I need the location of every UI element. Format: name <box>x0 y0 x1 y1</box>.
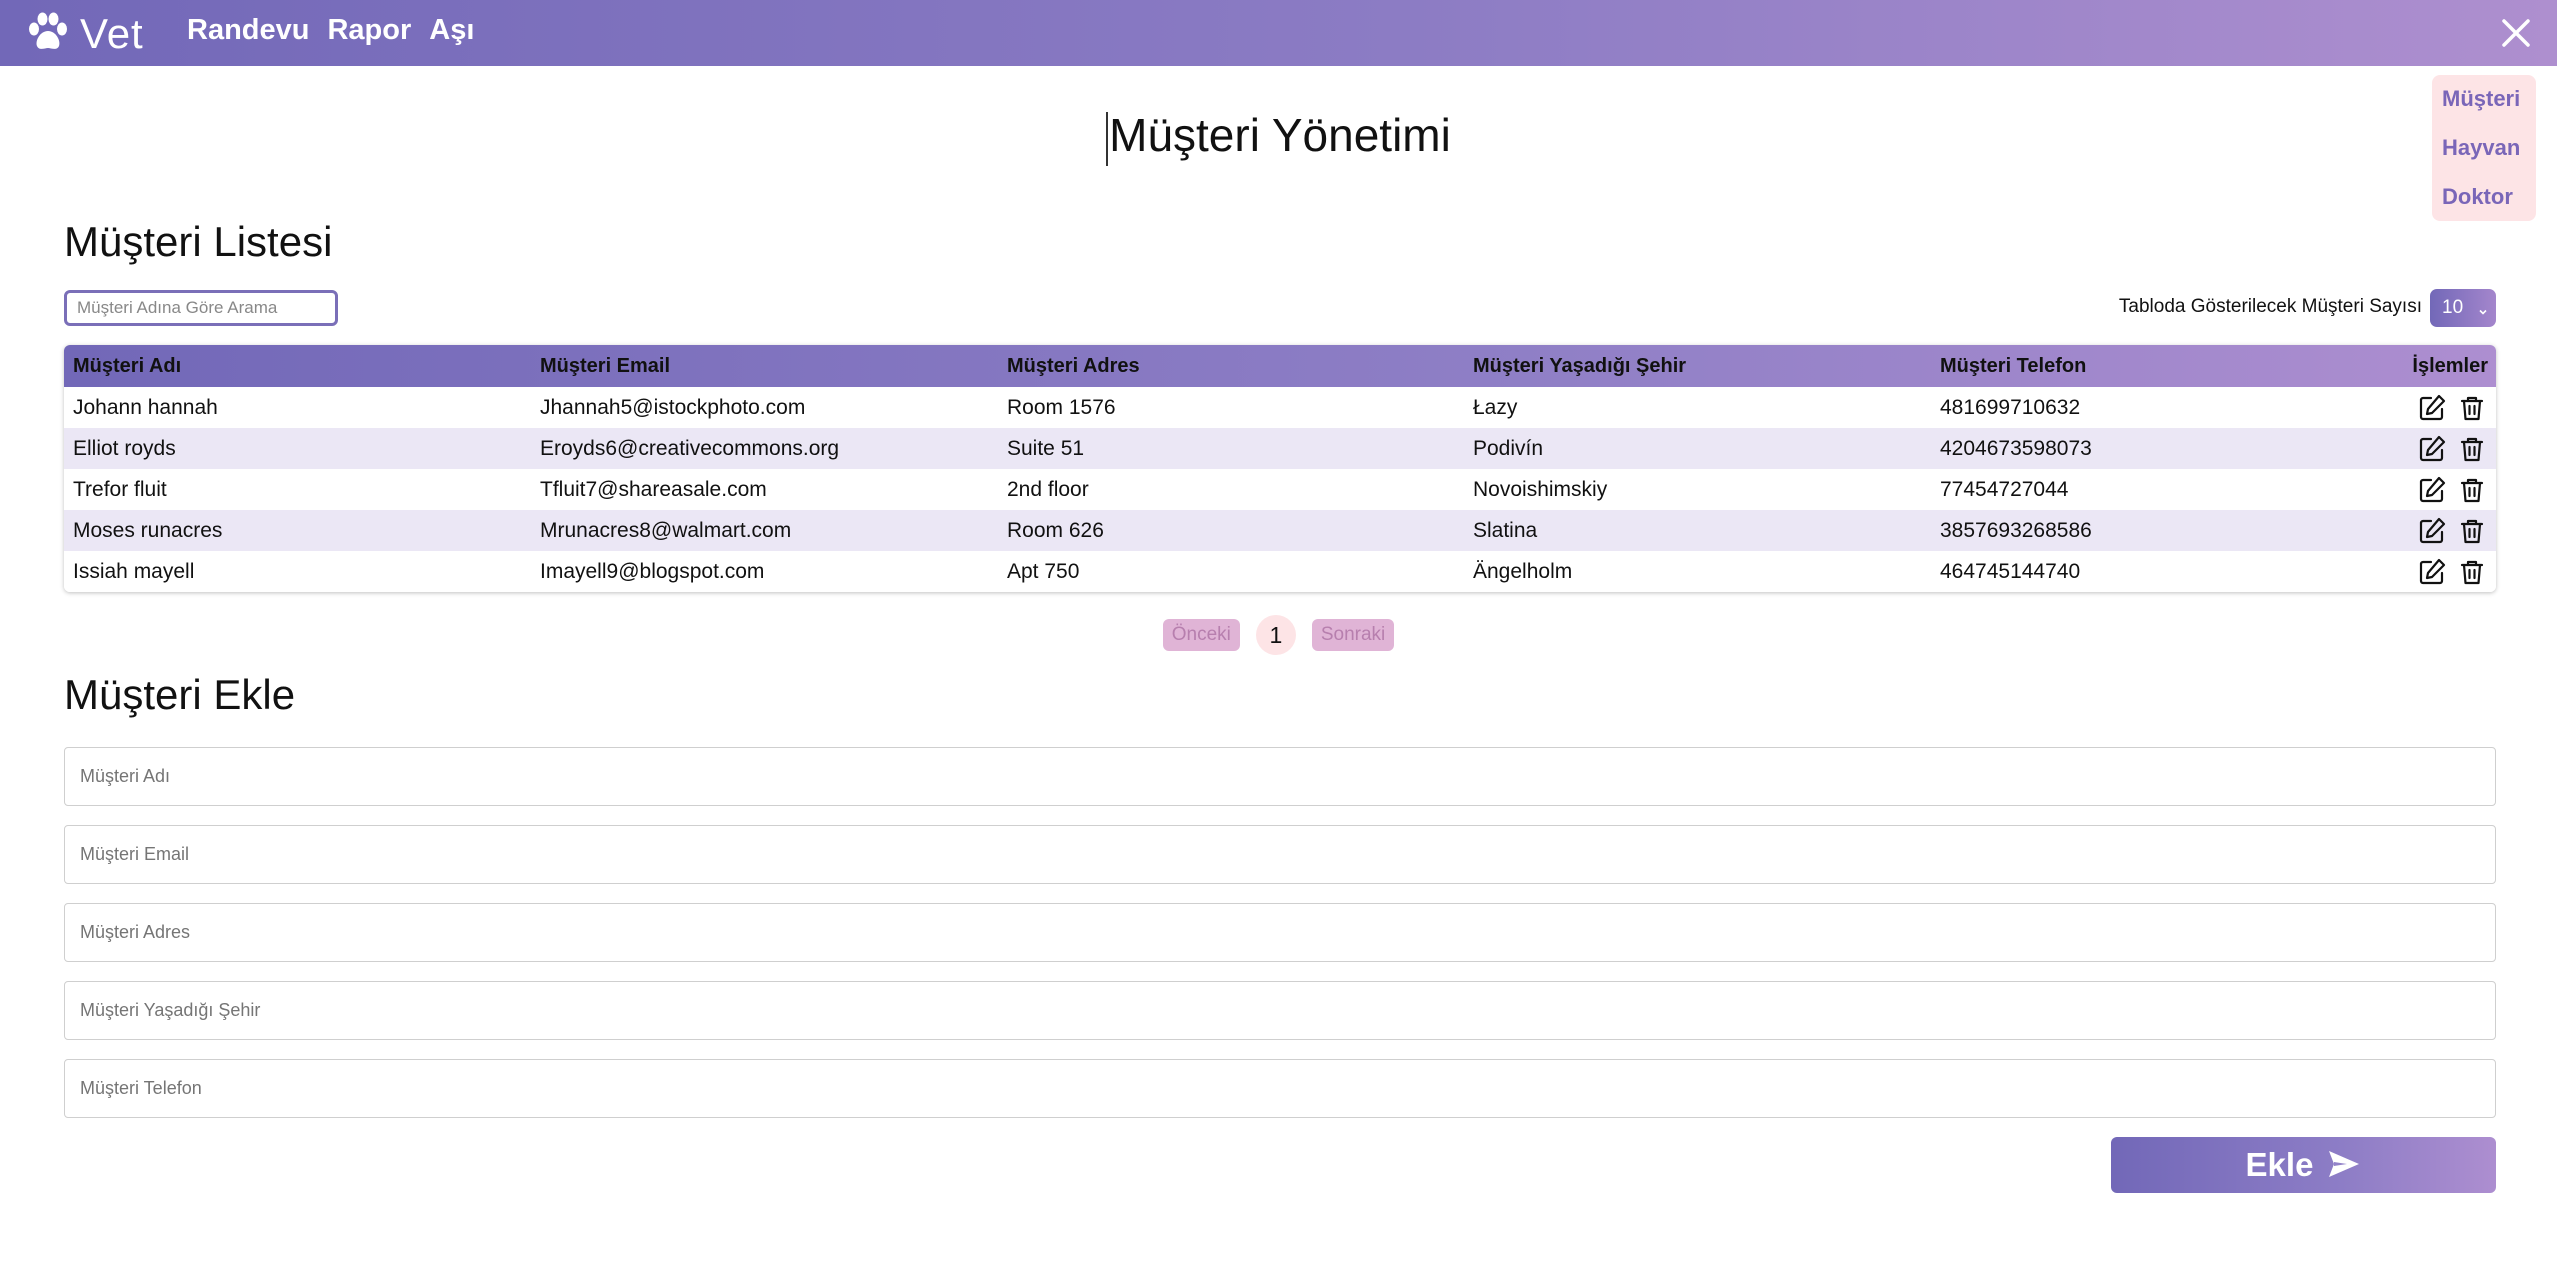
column-header-city[interactable]: Müşteri Yaşadığı Şehir <box>1464 345 1931 387</box>
brand-logo[interactable]: Vet <box>26 10 144 58</box>
cell-phone: 464745144740 <box>1940 559 2081 583</box>
list-section-title: Müşteri Listesi <box>64 218 333 265</box>
cell-city: Slatina <box>1473 518 1538 542</box>
cell-phone: 3857693268586 <box>1940 518 2092 542</box>
cell-address: Apt 750 <box>1007 559 1080 583</box>
page-size-label: Tabloda Gösterilecek Müşteri Sayısı <box>2118 296 2422 317</box>
table-row[interactable]: Trefor fluit Tfluit7@shareasale.com 2nd fl… <box>64 469 2496 510</box>
table-row[interactable]: Issiah mayell Imayell9@blogspot.com Apt 75… <box>64 551 2496 592</box>
cell-address: 2nd floor <box>1007 477 1089 501</box>
customer-address-field[interactable] <box>64 903 2496 962</box>
cell-actions <box>2398 469 2496 510</box>
cell-name: Moses runacres <box>73 518 223 542</box>
cell-name: Johann hannah <box>73 395 218 419</box>
edit-icon[interactable] <box>2417 516 2447 546</box>
brand-name: Vet <box>80 10 144 57</box>
cell-phone: 77454727044 <box>1940 477 2069 501</box>
column-header-address[interactable]: Müşteri Adres <box>998 345 1464 387</box>
edit-icon[interactable] <box>2417 557 2447 587</box>
trash-icon[interactable] <box>2457 475 2487 505</box>
cell-actions <box>2398 387 2496 428</box>
nav-link-randevu[interactable]: Randevu <box>187 14 309 47</box>
trash-icon[interactable] <box>2457 434 2487 464</box>
cell-phone: 4204673598073 <box>1940 436 2092 460</box>
table-body: Johann hannah Jhannah5@istockphoto.com Roo… <box>64 387 2496 592</box>
column-header-phone[interactable]: Müşteri Telefon <box>1931 345 2398 387</box>
close-icon <box>2497 19 2535 56</box>
customer-table: Müşteri Adı Müşteri Email Müşteri Adres … <box>64 345 2496 592</box>
cell-address: Suite 51 <box>1007 436 1085 460</box>
cell-city: Łazy <box>1473 395 1518 419</box>
cell-actions <box>2398 428 2496 469</box>
cell-city: Podivín <box>1473 436 1544 460</box>
cell-phone: 481699710632 <box>1940 395 2081 419</box>
cell-name: Elliot royds <box>73 436 176 460</box>
cell-actions <box>2398 551 2496 592</box>
cell-actions <box>2398 510 2496 551</box>
cell-address: Room 626 <box>1007 518 1104 542</box>
customer-phone-field[interactable] <box>64 1059 2496 1118</box>
table-row[interactable]: Elliot royds Eroyds6@creativecommons.org S… <box>64 428 2496 469</box>
customer-city-field[interactable] <box>64 981 2496 1040</box>
add-customer-button-label: Ekle <box>2245 1146 2314 1183</box>
column-header-actions: İşlemler <box>2412 354 2488 377</box>
next-page-button[interactable]: Sonraki <box>1311 619 1395 651</box>
main-nav: Randevu Rapor Aşı <box>187 14 474 47</box>
close-button[interactable] <box>2497 14 2535 52</box>
cell-address: Room 1576 <box>1007 395 1116 419</box>
cell-city: Novoishimskiy <box>1473 477 1608 501</box>
prev-page-button[interactable]: Önceki <box>1162 619 1240 651</box>
cell-email: Mrunacres8@walmart.com <box>540 518 792 542</box>
table-row[interactable]: Moses runacres Mrunacres8@walmart.com Room… <box>64 510 2496 551</box>
pagination: Önceki 1 Sonraki <box>0 615 2557 655</box>
cell-email: Tfluit7@shareasale.com <box>540 477 767 501</box>
current-page-indicator[interactable]: 1 <box>1255 615 1296 655</box>
nav-link-rapor[interactable]: Rapor <box>327 14 411 47</box>
page-size-select[interactable]: 10 <box>2430 289 2496 327</box>
add-customer-button[interactable]: Ekle <box>2111 1137 2496 1193</box>
page-title-wrap: Müşteri Yönetimi <box>0 108 2557 166</box>
table-header-row: Müşteri Adı Müşteri Email Müşteri Adres … <box>64 345 2496 387</box>
cell-email: Eroyds6@creativecommons.org <box>540 436 840 460</box>
page-title: Müşteri Yönetimi <box>1109 109 1451 161</box>
cell-name: Issiah mayell <box>73 559 195 583</box>
chevron-down-icon <box>2478 301 2488 315</box>
trash-icon[interactable] <box>2457 557 2487 587</box>
form-section-title: Müşteri Ekle <box>64 671 296 718</box>
table-row[interactable]: Johann hannah Jhannah5@istockphoto.com Roo… <box>64 387 2496 428</box>
trash-icon[interactable] <box>2457 393 2487 423</box>
page-size-value: 10 <box>2442 297 2464 318</box>
cell-name: Trefor fluit <box>73 477 167 501</box>
top-navbar: Vet Randevu Rapor Aşı <box>0 0 2557 66</box>
paw-icon <box>26 11 70 58</box>
edit-icon[interactable] <box>2417 393 2447 423</box>
send-icon <box>2327 1149 2361 1182</box>
edit-icon[interactable] <box>2417 475 2447 505</box>
nav-link-asi[interactable]: Aşı <box>429 14 474 47</box>
side-menu-item-doktor[interactable]: Doktor <box>2442 181 2536 230</box>
customer-name-field[interactable] <box>64 747 2496 806</box>
search-input[interactable] <box>64 290 338 326</box>
edit-icon[interactable] <box>2417 434 2447 464</box>
column-header-name[interactable]: Müşteri Adı <box>64 345 531 387</box>
text-caret <box>1106 111 1109 166</box>
trash-icon[interactable] <box>2457 516 2487 546</box>
cell-email: Jhannah5@istockphoto.com <box>540 395 806 419</box>
cell-city: Ängelholm <box>1473 559 1573 583</box>
customer-email-field[interactable] <box>64 825 2496 884</box>
cell-email: Imayell9@blogspot.com <box>540 559 765 583</box>
column-header-email[interactable]: Müşteri Email <box>531 345 998 387</box>
